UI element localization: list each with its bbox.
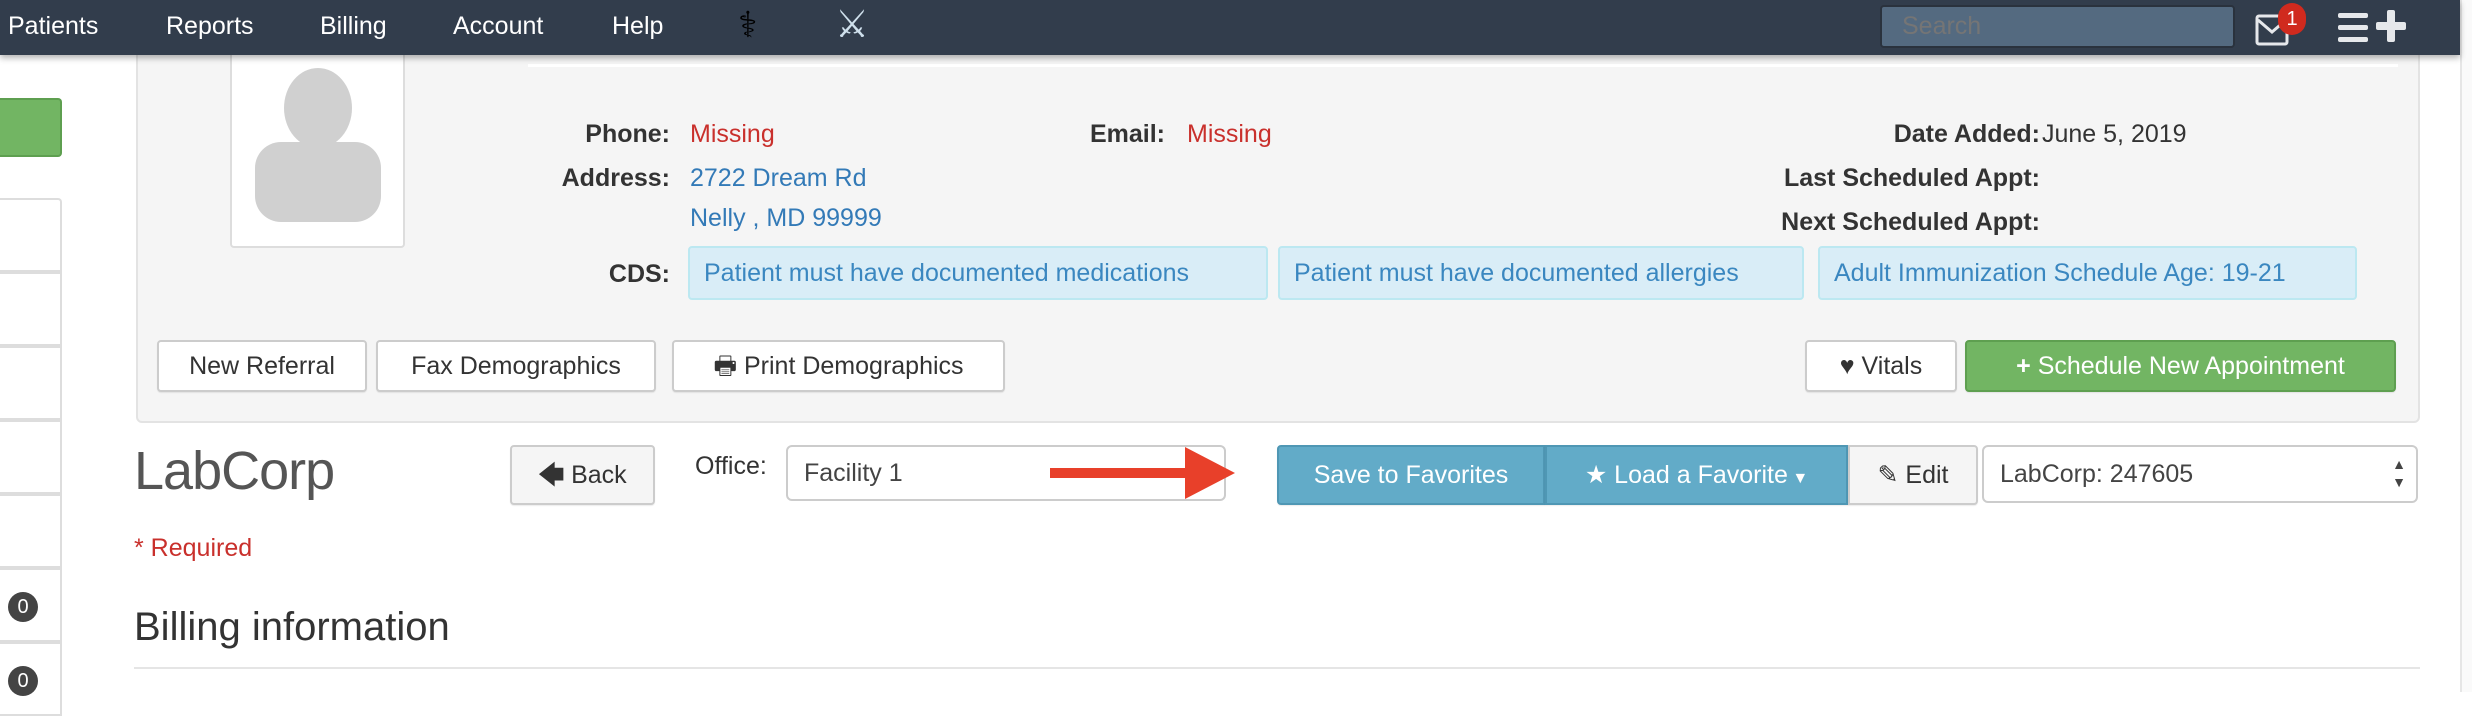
sidebar-item[interactable]: 0 [0,568,62,642]
office-label: Office: [695,452,767,480]
save-to-favorites-button[interactable]: Save to Favorites [1277,445,1545,505]
nav-reports[interactable]: Reports [166,12,254,41]
address-line2[interactable]: Nelly , MD 99999 [690,204,882,233]
page-title: LabCorp [134,441,335,501]
nav-help[interactable]: Help [612,12,663,41]
next-appt-label: Next Scheduled Appt: [1781,208,2040,236]
vitals-label: Vitals [1861,352,1923,380]
updown-arrows-icon: ▲ ▼ [2392,456,2406,490]
divider [528,64,2398,67]
caduceus-icon[interactable]: ⚕ [738,4,757,46]
sidebar-item[interactable] [0,272,62,346]
cds-label: CDS: [608,260,670,288]
plus-icon: + [2016,352,2038,380]
heart-icon: ♥ [1839,352,1862,380]
date-added-value: June 5, 2019 [2042,120,2187,148]
new-referral-button[interactable]: New Referral [157,340,367,392]
user-silhouette-icon [255,68,381,222]
phone-value: Missing [690,120,775,148]
cds-alert[interactable]: Adult Immunization Schedule Age: 19-21 [1818,246,2357,300]
load-favorite-label: Load a Favorite [1614,461,1788,489]
sidebar-item[interactable] [0,346,62,420]
lab-account-value: LabCorp: 247605 [2000,460,2194,488]
sidebar-green-button[interactable] [0,98,62,157]
date-added-label: Date Added: [1893,120,2040,148]
avatar [230,40,405,248]
nav-account[interactable]: Account [453,12,543,41]
cds-alert[interactable]: Patient must have documented medications [688,246,1268,300]
phone-label: Phone: [585,120,670,148]
sidebar: 0 0 [0,55,62,716]
top-navbar: Patients Reports Billing Account Help ⚕ … [0,0,2460,55]
vitals-button[interactable]: ♥ Vitals [1805,340,1957,392]
edit-button[interactable]: ✎ Edit [1848,445,1978,505]
divider [134,667,2420,669]
search-input[interactable] [1880,5,2235,48]
pencil-icon: ✎ [1877,461,1906,489]
schedule-label: Schedule New Appointment [2037,352,2345,380]
crossed-swords-icon[interactable]: ⚔ [835,2,869,47]
sidebar-item[interactable] [0,494,62,568]
cds-alert[interactable]: Patient must have documented allergies [1278,246,1804,300]
menu-icon[interactable] [2338,12,2368,42]
nav-patients[interactable]: Patients [8,12,98,41]
required-note: * Required [134,534,253,562]
address-line1[interactable]: 2722 Dream Rd [690,164,866,193]
sidebar-item[interactable] [0,420,62,494]
print-icon: 🖶 [713,352,744,380]
billing-heading: Billing information [134,605,450,649]
red-arrow-annotation [1050,447,1235,499]
load-favorite-dropdown[interactable]: ★ Load a Favorite ▼ [1545,445,1848,505]
arrow-left-icon: 🡄 [538,461,572,489]
plus-icon[interactable] [2376,9,2406,43]
print-label: Print Demographics [744,352,964,380]
email-value: Missing [1187,120,1272,148]
email-label: Email: [1089,120,1165,148]
print-demographics-button[interactable]: 🖶 Print Demographics [672,340,1005,392]
caret-down-icon: ▼ [1787,470,1809,487]
nav-billing[interactable]: Billing [320,12,387,41]
scrollbar[interactable] [2460,0,2472,692]
last-appt-label: Last Scheduled Appt: [1783,164,2040,192]
back-button[interactable]: 🡄 Back [510,445,655,505]
address-label: Address: [561,164,670,192]
mail-badge: 1 [2278,3,2306,35]
back-label: Back [571,461,627,489]
fax-demographics-button[interactable]: Fax Demographics [376,340,656,392]
lab-account-select[interactable]: LabCorp: 247605 ▲ ▼ [1982,445,2418,503]
schedule-appointment-button[interactable]: + Schedule New Appointment [1965,340,2396,392]
sidebar-item[interactable]: 0 [0,642,62,716]
star-icon: ★ [1584,461,1615,489]
sidebar-item[interactable] [0,198,62,272]
edit-label: Edit [1905,461,1949,489]
count-badge: 0 [8,592,38,622]
